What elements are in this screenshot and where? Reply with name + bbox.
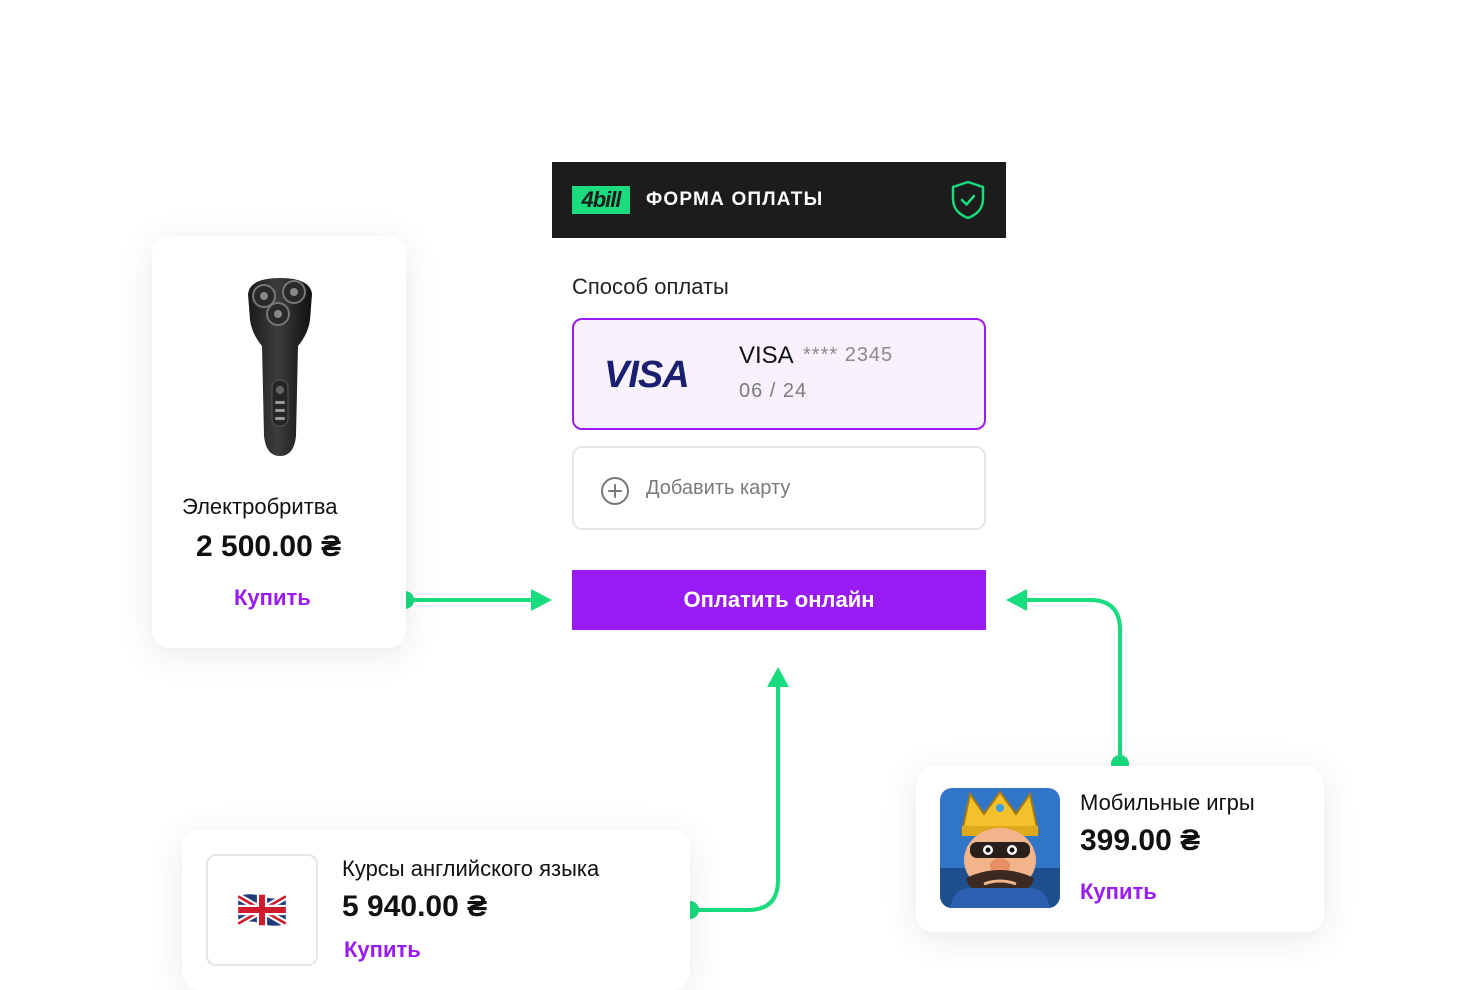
pay-online-button[interactable]: Оплатить онлайн [572, 570, 986, 630]
game-king-icon [940, 788, 1060, 908]
payment-form-title: ФОРМА ОПЛАТЫ [646, 189, 824, 210]
product-name: Курсы английского языка [342, 856, 600, 881]
brand-logo: 4bill [572, 186, 630, 214]
card-brand-name: VISA [739, 342, 794, 369]
product-name: Электробритва [182, 494, 338, 519]
shield-check-icon [951, 180, 985, 220]
payment-form-header: 4bill ФОРМА ОПЛАТЫ [552, 162, 1006, 238]
arrowhead-left [1006, 589, 1027, 611]
arrowhead-up [767, 667, 789, 687]
saved-card-option[interactable]: VISA VISA **** 2345 06 / 24 [572, 318, 986, 430]
connector-games [1022, 598, 1122, 766]
buy-button-shaver[interactable]: Купить [234, 585, 311, 611]
connector-english [688, 684, 780, 912]
plus-circle-icon [601, 477, 629, 505]
product-card-shaver: Электробритва 2 500.00 ₴ Купить [152, 236, 406, 648]
buy-button-english[interactable]: Купить [344, 937, 421, 963]
buy-button-games[interactable]: Купить [1080, 879, 1157, 905]
product-name: Мобильные игры [1080, 790, 1255, 815]
product-price: 5 940.00 ₴ [342, 890, 488, 923]
card-expiry: 06 / 24 [739, 380, 808, 402]
visa-logo: VISA [604, 354, 690, 396]
payment-method-label: Способ оплаты [572, 274, 729, 299]
product-price: 2 500.00 ₴ [196, 530, 342, 563]
product-card-english: Курсы английского языка 5 940.00 ₴ Купит… [182, 830, 690, 990]
add-card-label: Добавить карту [646, 477, 791, 499]
electric-shaver-icon [248, 278, 312, 456]
product-price: 399.00 ₴ [1080, 824, 1201, 857]
product-card-games: Мобильные игры 399.00 ₴ Купить [916, 766, 1324, 932]
card-masked-number: **** 2345 [803, 344, 894, 366]
add-card-button[interactable]: Добавить карту [572, 446, 986, 530]
uk-flag-icon [206, 854, 318, 966]
arrowhead-right [531, 589, 552, 611]
